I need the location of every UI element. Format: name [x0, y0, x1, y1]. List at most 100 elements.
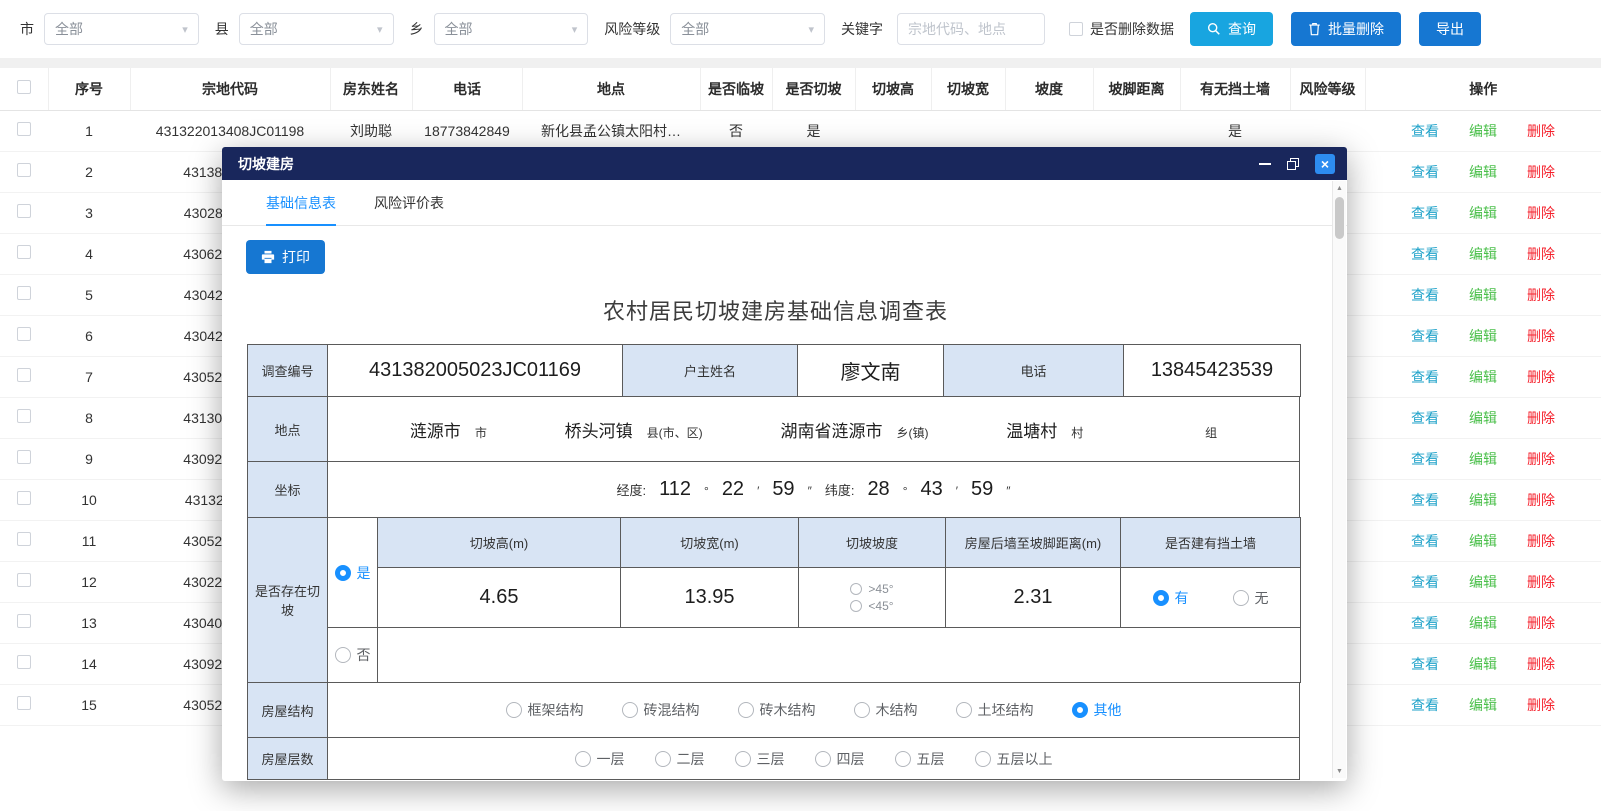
delete-link[interactable]: 删除: [1527, 408, 1555, 428]
radio-三层[interactable]: 三层: [735, 749, 785, 769]
tab-basic-info[interactable]: 基础信息表: [266, 180, 336, 225]
view-link[interactable]: 查看: [1411, 203, 1439, 223]
row-checkbox[interactable]: [17, 450, 31, 464]
tab-risk-evaluation[interactable]: 风险评价表: [374, 180, 444, 225]
edit-link[interactable]: 编辑: [1469, 449, 1497, 469]
delete-link[interactable]: 删除: [1527, 367, 1555, 387]
chevron-up-icon[interactable]: ▲: [1333, 181, 1346, 195]
row-checkbox[interactable]: [17, 163, 31, 177]
delete-link[interactable]: 删除: [1527, 531, 1555, 551]
delete-link[interactable]: 删除: [1527, 654, 1555, 674]
row-checkbox[interactable]: [17, 245, 31, 259]
view-link[interactable]: 查看: [1411, 408, 1439, 428]
row-actions: 查看 编辑 删除: [1365, 367, 1601, 387]
row-checkbox[interactable]: [17, 696, 31, 710]
radio-无[interactable]: 无: [1233, 588, 1269, 608]
edit-link[interactable]: 编辑: [1469, 244, 1497, 264]
batch-delete-button[interactable]: 批量删除: [1291, 12, 1401, 46]
modal-scrollbar[interactable]: ▲ ▼: [1332, 181, 1346, 778]
view-link[interactable]: 查看: [1411, 449, 1439, 469]
view-link[interactable]: 查看: [1411, 490, 1439, 510]
edit-link[interactable]: 编辑: [1469, 121, 1497, 141]
radio-否[interactable]: 否: [335, 645, 371, 665]
export-button[interactable]: 导出: [1419, 12, 1481, 46]
view-link[interactable]: 查看: [1411, 695, 1439, 715]
row-checkbox[interactable]: [17, 204, 31, 218]
delete-link[interactable]: 删除: [1527, 162, 1555, 182]
row-checkbox[interactable]: [17, 409, 31, 423]
row-checkbox[interactable]: [17, 614, 31, 628]
filter-select-3[interactable]: 全部▾: [670, 13, 825, 45]
radio-砖混结构[interactable]: 砖混结构: [622, 700, 700, 720]
view-link[interactable]: 查看: [1411, 572, 1439, 592]
delete-data-checkbox[interactable]: 是否删除数据: [1069, 19, 1174, 39]
keyword-input[interactable]: [897, 13, 1045, 45]
delete-link[interactable]: 删除: [1527, 285, 1555, 305]
radio-是[interactable]: 是: [335, 563, 371, 583]
filter-select-0[interactable]: 全部▾: [44, 13, 199, 45]
row-checkbox[interactable]: [17, 573, 31, 587]
row-checkbox[interactable]: [17, 327, 31, 341]
delete-link[interactable]: 删除: [1527, 695, 1555, 715]
edit-link[interactable]: 编辑: [1469, 285, 1497, 305]
radio-土坯结构[interactable]: 土坯结构: [956, 700, 1034, 720]
delete-link[interactable]: 删除: [1527, 121, 1555, 141]
radio->45°[interactable]: >45°: [850, 582, 893, 596]
close-button[interactable]: ×: [1315, 154, 1335, 174]
minimize-button[interactable]: [1259, 163, 1271, 165]
filter-select-2[interactable]: 全部▾: [434, 13, 589, 45]
view-link[interactable]: 查看: [1411, 654, 1439, 674]
row-actions: 查看 编辑 删除: [1365, 408, 1601, 428]
row-checkbox[interactable]: [17, 532, 31, 546]
row-checkbox[interactable]: [17, 655, 31, 669]
view-link[interactable]: 查看: [1411, 285, 1439, 305]
edit-link[interactable]: 编辑: [1469, 490, 1497, 510]
view-link[interactable]: 查看: [1411, 162, 1439, 182]
radio-<45°[interactable]: <45°: [850, 599, 893, 613]
radio-木结构[interactable]: 木结构: [854, 700, 918, 720]
print-button[interactable]: 打印: [246, 240, 325, 274]
radio-一层[interactable]: 一层: [575, 749, 625, 769]
scrollbar-thumb[interactable]: [1335, 197, 1344, 239]
row-checkbox[interactable]: [17, 122, 31, 136]
radio-五层以上[interactable]: 五层以上: [975, 749, 1053, 769]
edit-link[interactable]: 编辑: [1469, 572, 1497, 592]
view-link[interactable]: 查看: [1411, 613, 1439, 633]
delete-link[interactable]: 删除: [1527, 449, 1555, 469]
edit-link[interactable]: 编辑: [1469, 326, 1497, 346]
edit-link[interactable]: 编辑: [1469, 654, 1497, 674]
edit-link[interactable]: 编辑: [1469, 531, 1497, 551]
radio-五层[interactable]: 五层: [895, 749, 945, 769]
delete-link[interactable]: 删除: [1527, 490, 1555, 510]
edit-link[interactable]: 编辑: [1469, 367, 1497, 387]
maximize-button[interactable]: [1286, 157, 1300, 171]
delete-link[interactable]: 删除: [1527, 203, 1555, 223]
edit-link[interactable]: 编辑: [1469, 203, 1497, 223]
view-link[interactable]: 查看: [1411, 121, 1439, 141]
delete-link[interactable]: 删除: [1527, 613, 1555, 633]
radio-有[interactable]: 有: [1153, 588, 1189, 608]
edit-link[interactable]: 编辑: [1469, 695, 1497, 715]
chevron-down-icon[interactable]: ▼: [1333, 764, 1346, 778]
row-checkbox[interactable]: [17, 368, 31, 382]
row-checkbox[interactable]: [17, 491, 31, 505]
filter-select-1[interactable]: 全部▾: [239, 13, 394, 45]
delete-link[interactable]: 删除: [1527, 326, 1555, 346]
radio-框架结构[interactable]: 框架结构: [506, 700, 584, 720]
view-link[interactable]: 查看: [1411, 244, 1439, 264]
radio-其他[interactable]: 其他: [1072, 700, 1122, 720]
delete-link[interactable]: 删除: [1527, 572, 1555, 592]
select-all-checkbox[interactable]: [17, 80, 31, 94]
radio-砖木结构[interactable]: 砖木结构: [738, 700, 816, 720]
delete-link[interactable]: 删除: [1527, 244, 1555, 264]
radio-二层[interactable]: 二层: [655, 749, 705, 769]
view-link[interactable]: 查看: [1411, 367, 1439, 387]
query-button[interactable]: 查询: [1190, 12, 1273, 46]
edit-link[interactable]: 编辑: [1469, 613, 1497, 633]
radio-四层[interactable]: 四层: [815, 749, 865, 769]
edit-link[interactable]: 编辑: [1469, 408, 1497, 428]
row-checkbox[interactable]: [17, 286, 31, 300]
edit-link[interactable]: 编辑: [1469, 162, 1497, 182]
view-link[interactable]: 查看: [1411, 326, 1439, 346]
view-link[interactable]: 查看: [1411, 531, 1439, 551]
